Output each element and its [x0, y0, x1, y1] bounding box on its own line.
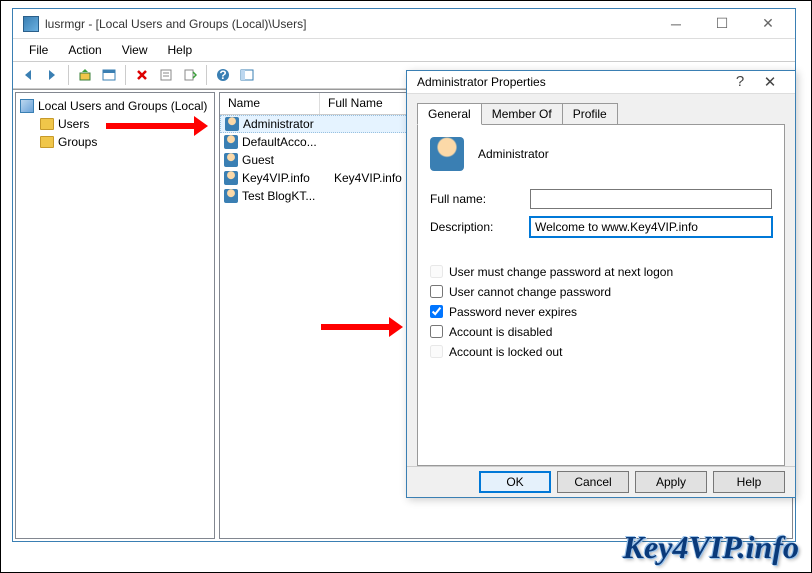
ok-button[interactable]: OK	[479, 471, 551, 493]
tab-pane-general: Administrator Full name: Description: Us…	[417, 124, 785, 466]
window-title: lusrmgr - [Local Users and Groups (Local…	[45, 17, 653, 31]
menubar: File Action View Help	[13, 39, 795, 61]
folder-icon	[40, 118, 54, 130]
tree-item-groups[interactable]: Groups	[20, 133, 210, 151]
maximize-button[interactable]: ☐	[699, 10, 745, 38]
tab-general[interactable]: General	[417, 103, 482, 125]
column-fullname[interactable]: Full Name	[320, 93, 410, 114]
description-label: Description:	[430, 220, 530, 234]
fullname-input[interactable]	[530, 189, 772, 209]
column-name[interactable]: Name	[220, 93, 320, 114]
tree-pane[interactable]: Local Users and Groups (Local) Users Gro…	[15, 92, 215, 539]
username-label: Administrator	[478, 147, 549, 161]
user-icon	[224, 189, 238, 203]
menu-view[interactable]: View	[114, 41, 156, 59]
menu-help[interactable]: Help	[160, 41, 201, 59]
properties-dialog: Administrator Properties ? ✕ General Mem…	[406, 70, 796, 498]
annotation-arrow	[106, 119, 196, 133]
check-disabled[interactable]: Account is disabled	[430, 325, 772, 339]
dialog-close-button[interactable]: ✕	[755, 73, 785, 91]
dialog-tabs: General Member Of Profile	[417, 103, 785, 125]
tab-profile[interactable]: Profile	[562, 103, 618, 125]
delete-button[interactable]	[131, 64, 153, 86]
view-button[interactable]	[236, 64, 258, 86]
help-button[interactable]: Help	[713, 471, 785, 493]
app-icon	[23, 16, 39, 32]
tree-root[interactable]: Local Users and Groups (Local)	[20, 97, 210, 115]
dialog-title: Administrator Properties	[417, 75, 725, 89]
check-lockedout: Account is locked out	[430, 345, 772, 359]
check-cannotchange[interactable]: User cannot change password	[430, 285, 772, 299]
back-button[interactable]	[17, 64, 39, 86]
export-button[interactable]	[179, 64, 201, 86]
check-mustchange: User must change password at next logon	[430, 265, 772, 279]
description-input[interactable]	[530, 217, 772, 237]
show-hide-button[interactable]	[98, 64, 120, 86]
close-button[interactable]: ✕	[745, 10, 791, 38]
annotation-arrow	[321, 320, 391, 334]
menu-action[interactable]: Action	[60, 41, 109, 59]
dialog-help-button[interactable]: ?	[725, 73, 755, 90]
folder-icon	[40, 136, 54, 148]
svg-text:?: ?	[219, 68, 226, 82]
properties-button[interactable]	[155, 64, 177, 86]
menu-file[interactable]: File	[21, 41, 56, 59]
cancel-button[interactable]: Cancel	[557, 471, 629, 493]
user-icon	[224, 153, 238, 167]
minimize-button[interactable]: ─	[653, 10, 699, 38]
apply-button[interactable]: Apply	[635, 471, 707, 493]
help-button[interactable]: ?	[212, 64, 234, 86]
user-icon	[225, 117, 239, 131]
user-large-icon	[430, 137, 464, 171]
check-neverexpires[interactable]: Password never expires	[430, 305, 772, 319]
dialog-buttons: OK Cancel Apply Help	[407, 466, 795, 497]
tab-memberof[interactable]: Member Of	[481, 103, 563, 125]
computer-icon	[20, 99, 34, 113]
titlebar: lusrmgr - [Local Users and Groups (Local…	[13, 9, 795, 39]
forward-button[interactable]	[41, 64, 63, 86]
watermark: Key4VIP.info	[623, 529, 799, 566]
user-icon	[224, 171, 238, 185]
fullname-label: Full name:	[430, 192, 530, 206]
user-icon	[224, 135, 238, 149]
up-button[interactable]	[74, 64, 96, 86]
dialog-titlebar: Administrator Properties ? ✕	[407, 71, 795, 94]
